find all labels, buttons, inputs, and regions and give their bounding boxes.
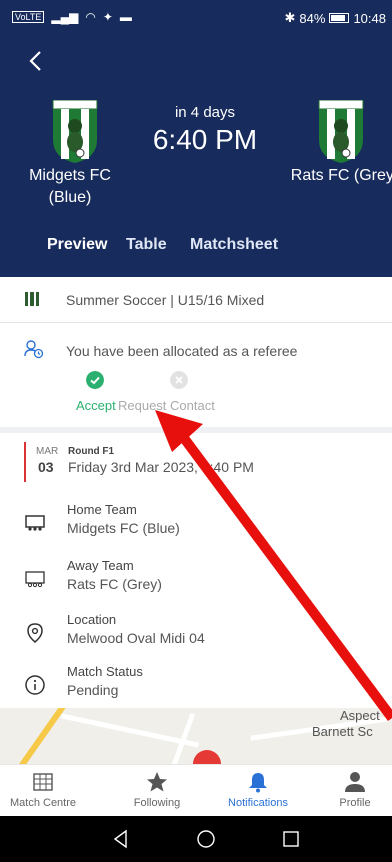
location-pin-icon [27, 623, 43, 643]
carrier-label: VoLTE [12, 11, 45, 23]
referee-message: You have been allocated as a referee [66, 343, 298, 359]
away-team-label: Away Team [67, 558, 134, 573]
map-label-aspect: Aspect [340, 708, 380, 723]
tab-table[interactable]: Table [126, 236, 167, 254]
system-recents-icon[interactable] [281, 829, 301, 849]
match-status-value: Pending [67, 682, 119, 698]
nav-profile[interactable]: Profile [315, 771, 392, 809]
match-header: VoLTE ▂▄▆ ◠ ✦ ▬ ✱ 84% 10:48 in 4 days 6:… [0, 0, 392, 277]
status-bar: VoLTE ▂▄▆ ◠ ✦ ▬ ✱ 84% 10:48 [0, 0, 392, 36]
location-map[interactable]: Aspect Barnett Sc [0, 708, 392, 764]
system-back-icon[interactable] [111, 829, 131, 849]
match-status-label: Match Status [67, 664, 143, 679]
home-team-name[interactable]: Midgets FC (Blue) [20, 165, 120, 209]
accept-button[interactable]: Accept [76, 398, 116, 413]
round-month: MAR [36, 446, 59, 457]
bell-icon [249, 773, 267, 793]
home-team-row[interactable]: Home Team Midgets FC (Blue) [0, 496, 392, 548]
nav-notifications-label: Notifications [228, 797, 288, 809]
request-contact-close-icon[interactable] [170, 371, 188, 389]
person-icon [345, 772, 365, 792]
away-team-row[interactable]: Away Team Rats FC (Grey) [0, 552, 392, 604]
map-label-barnett: Barnett Sc [312, 724, 373, 739]
request-contact-button[interactable]: Request Contact [118, 398, 215, 413]
system-home-icon[interactable] [196, 829, 216, 849]
nav-following-label: Following [133, 797, 181, 809]
info-icon [25, 675, 45, 695]
away-team-icon [25, 571, 45, 588]
twitter-icon: ✦ [102, 10, 113, 24]
home-team-label: Home Team [67, 502, 137, 517]
signal-icon: ▂▄▆ [51, 10, 79, 24]
nav-notifications[interactable]: Notifications [218, 771, 298, 809]
round-info: MAR 03 Round F1 Friday 3rd Mar 2023, 6:4… [24, 442, 384, 482]
round-datetime: Friday 3rd Mar 2023, 6:40 PM [68, 459, 254, 475]
tab-preview[interactable]: Preview [47, 236, 107, 254]
referee-allocation: You have been allocated as a referee Acc… [0, 323, 392, 433]
home-team-value: Midgets FC (Blue) [67, 520, 180, 536]
home-team-crest-icon [52, 100, 98, 163]
home-team-icon [25, 515, 45, 531]
kickoff-time: 6:40 PM [152, 124, 258, 155]
map-road [61, 713, 199, 748]
star-icon [147, 772, 167, 792]
clock: 10:48 [353, 10, 386, 26]
nav-match-centre-label: Match Centre [9, 797, 77, 809]
away-team-name[interactable]: Rats FC (Grey) [290, 165, 392, 187]
system-navigation-bar [0, 816, 392, 862]
match-status-row: Match Status Pending [0, 658, 392, 710]
location-value: Melwood Oval Midi 04 [67, 630, 205, 646]
bottom-navigation: Match Centre Following Notifications Pro… [0, 764, 392, 816]
away-team-value: Rats FC (Grey) [67, 576, 162, 592]
location-row[interactable]: Location Melwood Oval Midi 04 [0, 606, 392, 658]
round-name: Round F1 [68, 446, 115, 457]
nav-following[interactable]: Following [117, 771, 197, 809]
competition-badge-icon [25, 292, 39, 306]
back-arrow-icon[interactable] [26, 48, 46, 74]
round-day: 03 [38, 459, 54, 475]
competition-name: Summer Soccer | U15/16 Mixed [66, 292, 265, 308]
match-countdown: in 4 days [174, 104, 236, 121]
app-notification-icon: ▬ [119, 10, 132, 24]
referee-user-icon [24, 340, 44, 359]
accept-check-icon[interactable] [86, 371, 104, 389]
wifi-icon: ◠ [85, 10, 96, 24]
bluetooth-icon: ✱ [284, 10, 296, 25]
grid-icon [33, 773, 53, 791]
away-team-crest-icon [318, 100, 364, 163]
competition-row[interactable]: Summer Soccer | U15/16 Mixed [0, 277, 392, 323]
nav-match-centre[interactable]: Match Centre [3, 771, 83, 809]
battery-percent: 84% [299, 10, 326, 26]
battery-icon [329, 13, 350, 23]
nav-profile-label: Profile [339, 797, 371, 809]
tab-matchsheet[interactable]: Matchsheet [190, 236, 278, 254]
location-label: Location [67, 612, 117, 627]
map-pin-icon[interactable] [193, 750, 221, 764]
